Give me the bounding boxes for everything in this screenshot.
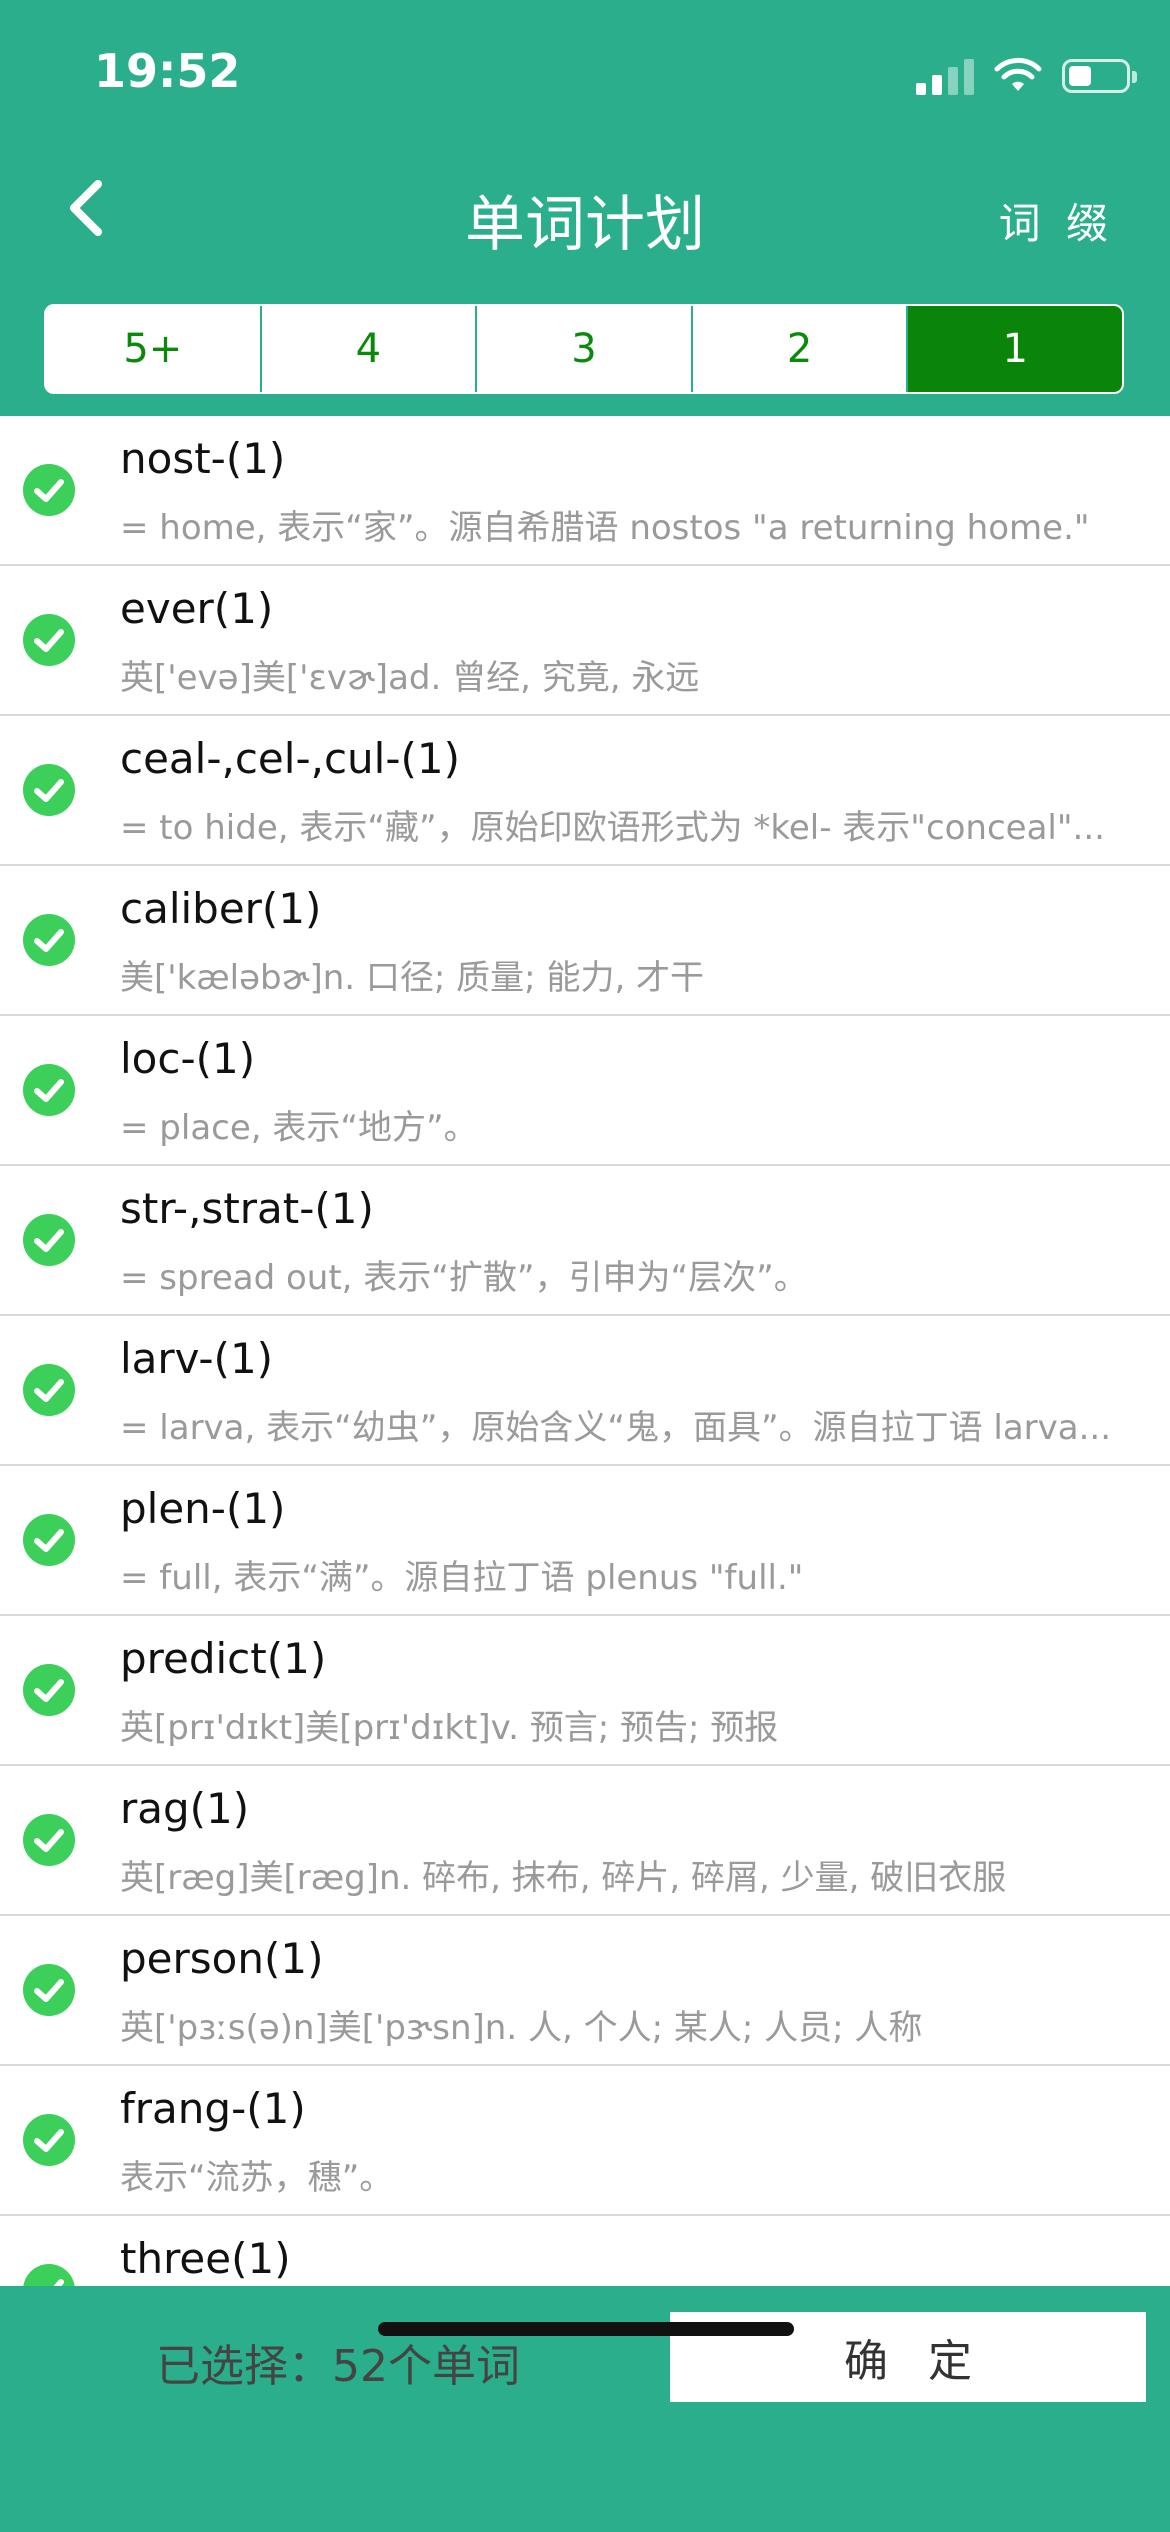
check-icon[interactable] xyxy=(23,1514,75,1566)
check-icon[interactable] xyxy=(23,1064,75,1116)
word-description: 英[ræg]美[ræg]n. 碎布, 抹布, 碎片, 碎屑, 少量, 破旧衣服 xyxy=(120,1858,1007,1898)
word-description: 美['kæləbɚ]n. 口径; 质量; 能力, 才干 xyxy=(120,958,705,998)
list-item[interactable]: frang-(1) 表示“流苏，穗”。 xyxy=(0,2066,1170,2216)
segment-1[interactable]: 1 xyxy=(908,306,1122,392)
list-item[interactable]: person(1) 英['pɜːs(ə)n]美['pɝsn]n. 人, 个人; … xyxy=(0,1916,1170,2066)
word-title: person(1) xyxy=(120,1934,324,1983)
status-time: 19:52 xyxy=(94,44,241,98)
word-title: three(1) xyxy=(120,2234,291,2283)
check-icon[interactable] xyxy=(23,1814,75,1866)
word-title: loc-(1) xyxy=(120,1034,256,1083)
word-title: rag(1) xyxy=(120,1784,250,1833)
word-description: 英['pɜːs(ə)n]美['pɝsn]n. 人, 个人; 某人; 人员; 人称 xyxy=(120,2008,923,2048)
check-icon[interactable] xyxy=(23,2264,75,2286)
word-list[interactable]: nost-(1) = home, 表示“家”。源自希腊语 nostos "a r… xyxy=(0,416,1170,2286)
battery-icon xyxy=(1062,59,1137,93)
list-item[interactable]: nost-(1) = home, 表示“家”。源自希腊语 nostos "a r… xyxy=(0,416,1170,566)
home-indicator[interactable] xyxy=(378,2322,794,2336)
word-description: 英[prɪ'dɪkt]美[prɪ'dɪkt]v. 预言; 预告; 预报 xyxy=(120,1708,779,1748)
word-description: = spread out, 表示“扩散”，引申为“层次”。 xyxy=(120,1258,808,1298)
word-title: caliber(1) xyxy=(120,884,322,933)
check-icon[interactable] xyxy=(23,1964,75,2016)
check-icon[interactable] xyxy=(23,464,75,516)
check-icon[interactable] xyxy=(23,1664,75,1716)
status-icons xyxy=(916,52,1137,100)
word-description: = larva, 表示“幼虫”，原始含义“鬼，面具”。源自拉丁语 larva..… xyxy=(120,1408,1112,1448)
check-icon[interactable] xyxy=(23,1214,75,1266)
check-icon[interactable] xyxy=(23,764,75,816)
selected-count: 已选择：52个单词 xyxy=(156,2341,520,2392)
check-icon[interactable] xyxy=(23,914,75,966)
word-title: predict(1) xyxy=(120,1634,327,1683)
header-bar: 19:52 单词计划 词 缀 5+ 4 3 2 1 xyxy=(0,0,1170,416)
affix-button[interactable]: 词 缀 xyxy=(999,190,1114,251)
word-description: = place, 表示“地方”。 xyxy=(120,1108,478,1148)
list-item[interactable]: ever(1) 英['evə]美['ɛvɚ]ad. 曾经, 究竟, 永远 xyxy=(0,566,1170,716)
word-description: = full, 表示“满”。源自拉丁语 plenus "full." xyxy=(120,1558,804,1598)
word-description: = to hide, 表示“藏”，原始印欧语形式为 *kel- 表示"conce… xyxy=(120,808,1105,848)
list-item[interactable]: caliber(1) 美['kæləbɚ]n. 口径; 质量; 能力, 才干 xyxy=(0,866,1170,1016)
list-item[interactable]: three(1) xyxy=(0,2216,1170,2286)
check-icon[interactable] xyxy=(23,614,75,666)
segment-5plus[interactable]: 5+ xyxy=(46,306,262,392)
word-description: = home, 表示“家”。源自希腊语 nostos "a returning … xyxy=(120,508,1090,548)
list-item[interactable]: plen-(1) = full, 表示“满”。源自拉丁语 plenus "ful… xyxy=(0,1466,1170,1616)
check-icon[interactable] xyxy=(23,1364,75,1416)
level-segmented-control: 5+ 4 3 2 1 xyxy=(44,304,1124,394)
segment-3[interactable]: 3 xyxy=(477,306,693,392)
list-item[interactable]: predict(1) 英[prɪ'dɪkt]美[prɪ'dɪkt]v. 预言; … xyxy=(0,1616,1170,1766)
list-item[interactable]: loc-(1) = place, 表示“地方”。 xyxy=(0,1016,1170,1166)
word-description: 表示“流苏，穗”。 xyxy=(120,2158,394,2198)
word-title: str-,strat-(1) xyxy=(120,1184,374,1233)
word-title: frang-(1) xyxy=(120,2084,306,2133)
check-icon[interactable] xyxy=(23,2114,75,2166)
list-item[interactable]: str-,strat-(1) = spread out, 表示“扩散”，引申为“… xyxy=(0,1166,1170,1316)
signal-icon xyxy=(916,57,974,95)
word-title: ceal-,cel-,cul-(1) xyxy=(120,734,460,783)
word-title: nost-(1) xyxy=(120,434,286,483)
word-description: 英['evə]美['ɛvɚ]ad. 曾经, 究竟, 永远 xyxy=(120,658,700,698)
list-item[interactable]: larv-(1) = larva, 表示“幼虫”，原始含义“鬼，面具”。源自拉丁… xyxy=(0,1316,1170,1466)
segment-2[interactable]: 2 xyxy=(692,306,909,392)
word-title: larv-(1) xyxy=(120,1334,274,1383)
segment-4[interactable]: 4 xyxy=(261,306,478,392)
word-title: ever(1) xyxy=(120,584,274,633)
list-item[interactable]: ceal-,cel-,cul-(1) = to hide, 表示“藏”，原始印欧… xyxy=(0,716,1170,866)
list-item[interactable]: rag(1) 英[ræg]美[ræg]n. 碎布, 抹布, 碎片, 碎屑, 少量… xyxy=(0,1766,1170,1916)
word-title: plen-(1) xyxy=(120,1484,286,1533)
page-title: 单词计划 xyxy=(465,190,705,260)
wifi-icon xyxy=(994,57,1042,91)
